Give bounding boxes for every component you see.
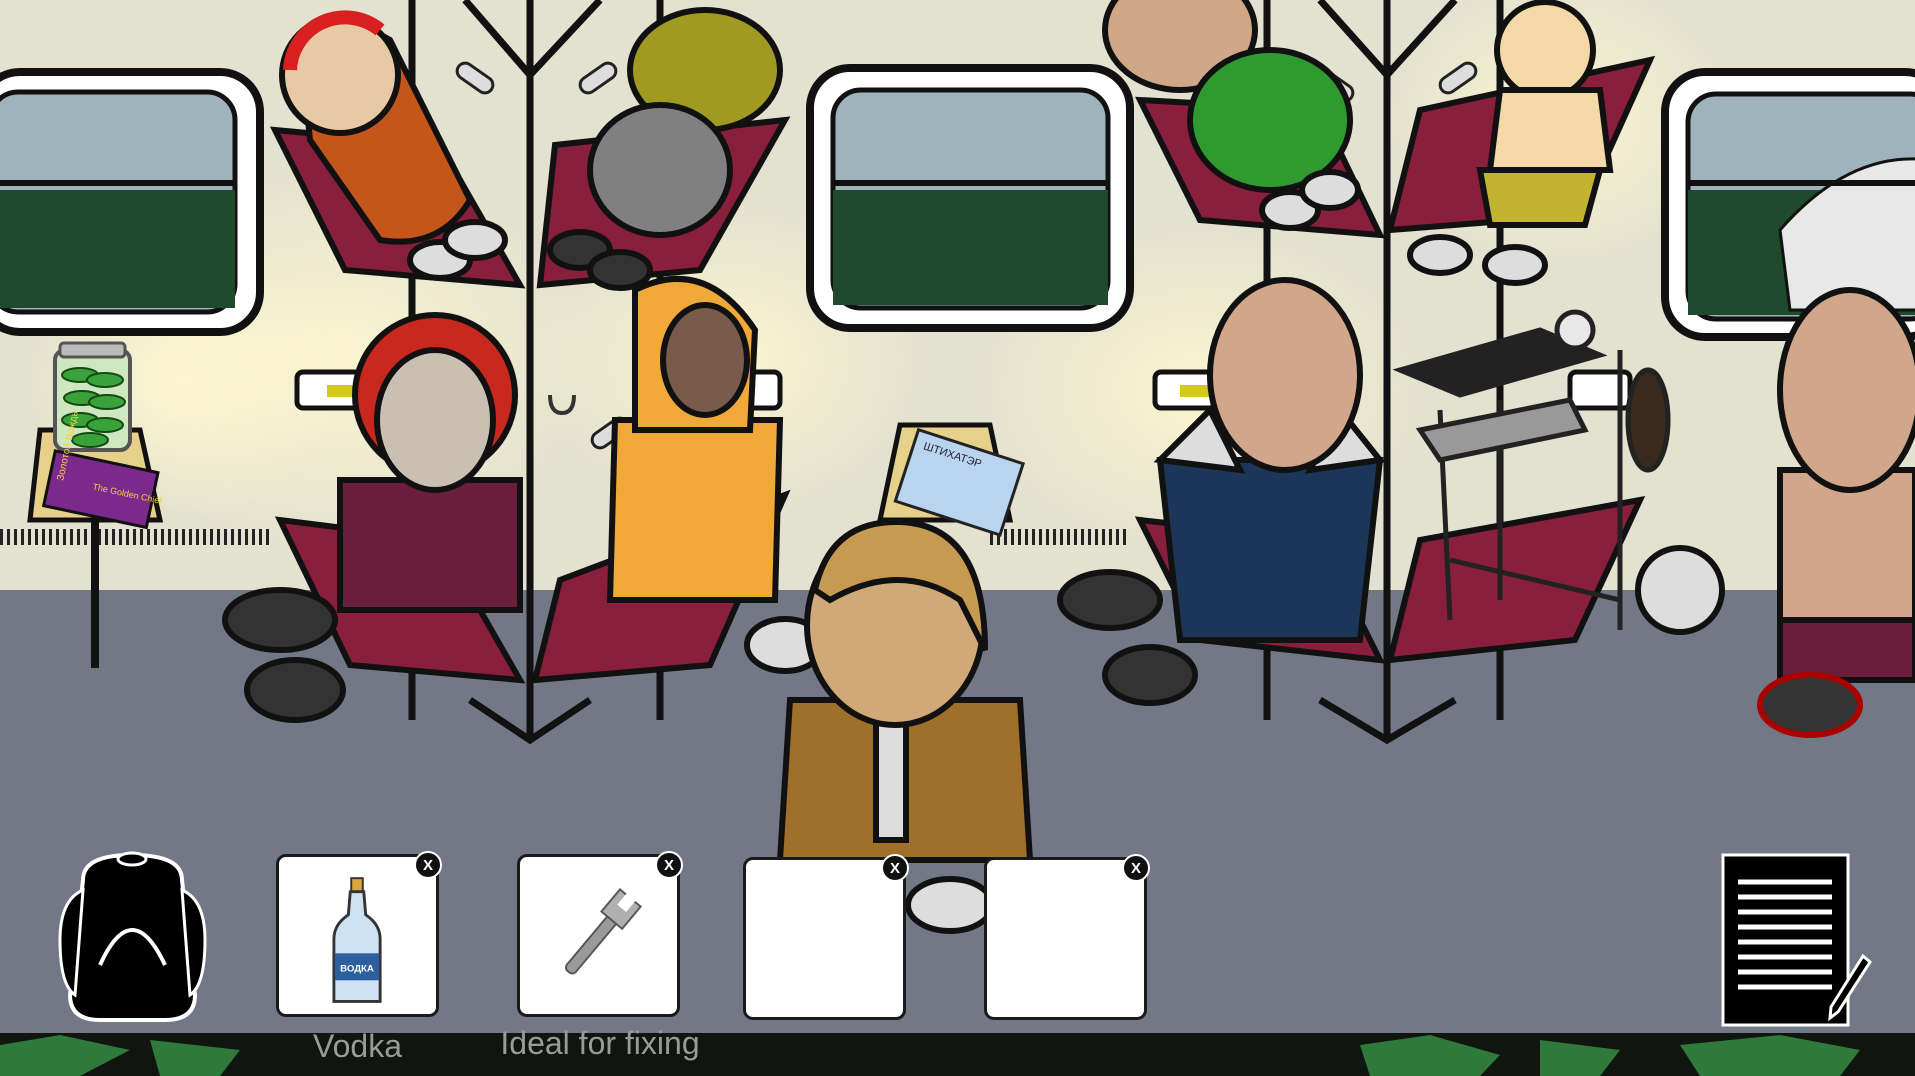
backpack-icon[interactable] bbox=[55, 845, 210, 1025]
remove-item-button-4[interactable]: X bbox=[1122, 854, 1150, 882]
remove-item-button-3[interactable]: X bbox=[881, 854, 909, 882]
inventory-slot-1[interactable]: ВОДКА X bbox=[276, 851, 442, 1017]
remove-item-button-2[interactable]: X bbox=[655, 851, 683, 879]
inventory-slot-3[interactable]: X bbox=[743, 854, 909, 1020]
window-middle bbox=[806, 64, 1134, 332]
wrench-icon bbox=[564, 887, 643, 975]
game-stage: Золотой Вождь The Golden Chief ШТИХАТЭР bbox=[0, 0, 1915, 1076]
inventory-slot-4[interactable]: X bbox=[984, 854, 1150, 1020]
inventory-slot-2[interactable]: X bbox=[517, 851, 683, 1017]
notepad-pencil-icon[interactable] bbox=[1720, 852, 1875, 1030]
vodka-bottle-text: ВОДКА bbox=[340, 964, 374, 975]
window-left bbox=[0, 68, 264, 336]
item-label-wrench: Ideal for fixing bbox=[500, 1025, 700, 1061]
vodka-bottle-icon: ВОДКА bbox=[332, 877, 382, 1003]
item-label-vodka: Vodka bbox=[313, 1028, 402, 1064]
remove-item-button-1[interactable]: X bbox=[414, 851, 442, 879]
